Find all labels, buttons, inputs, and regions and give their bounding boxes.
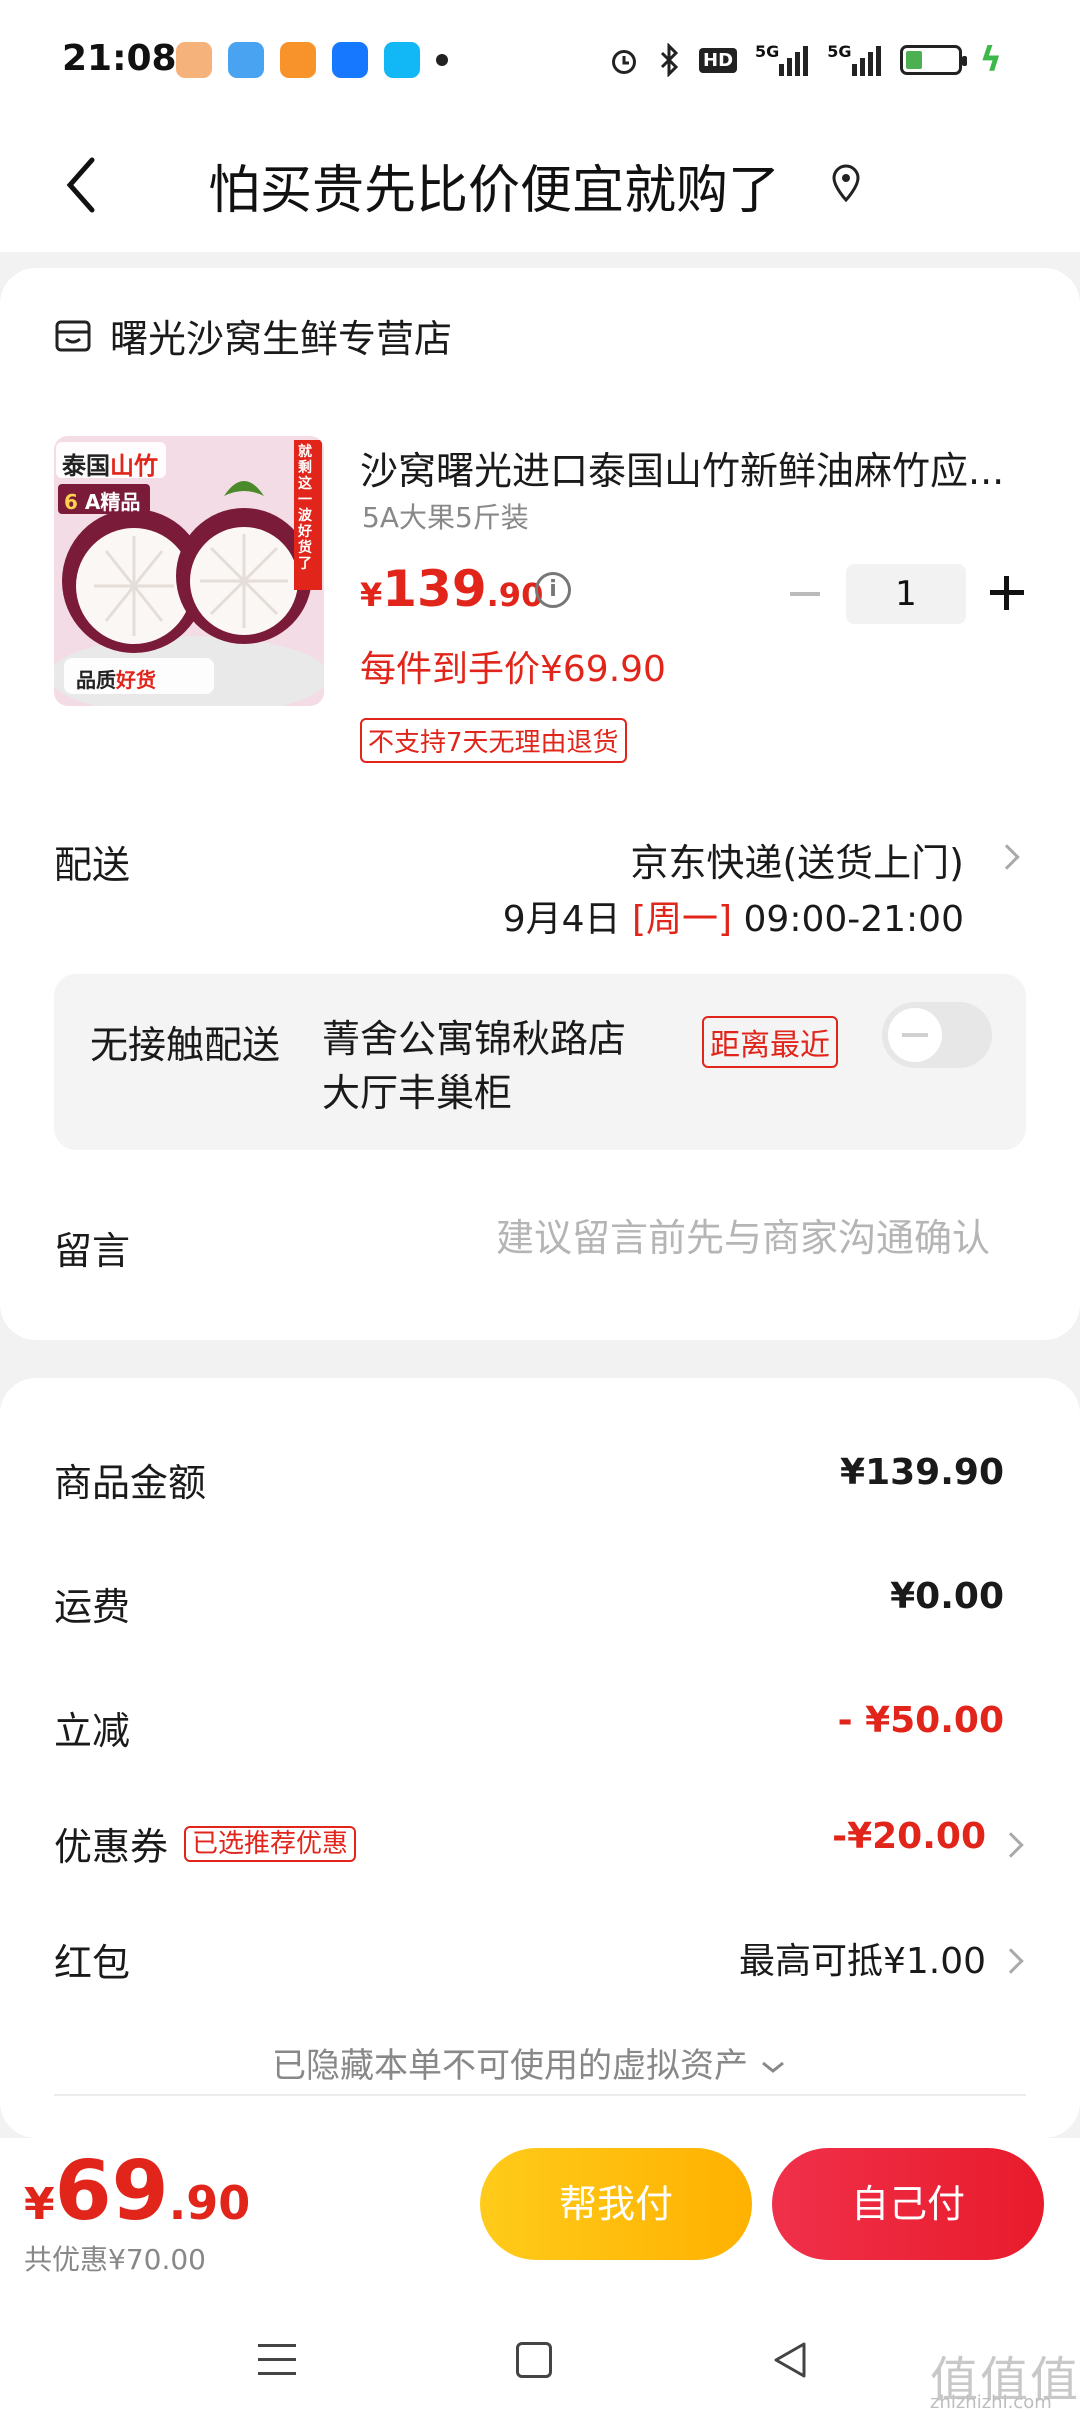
alipay-icon: [332, 42, 368, 78]
home-icon[interactable]: [516, 2342, 552, 2378]
shipping-label: 运费: [54, 1585, 131, 1629]
delivery-time-range: 09:00-21:00: [732, 899, 965, 940]
notification-app-icon: [176, 42, 212, 78]
nearest-badge: 距离最近: [702, 1016, 838, 1068]
menu-icon[interactable]: [258, 2342, 296, 2378]
product-title[interactable]: 沙窝曙光进口泰国山竹新鲜油麻竹应...: [360, 440, 1010, 495]
status-time: 21:08: [62, 38, 177, 79]
info-icon[interactable]: i: [535, 572, 571, 608]
hidden-assets-text: 已隐藏本单不可使用的虚拟资产: [272, 2046, 748, 2086]
message-label: 留言: [54, 1229, 131, 1273]
store-row[interactable]: 曙光沙窝生鲜专营店: [54, 308, 452, 363]
app-icon: [280, 42, 316, 78]
quantity-value[interactable]: 1: [846, 564, 966, 624]
delivery-label: 配送: [54, 843, 131, 887]
total-symbol: ¥: [24, 2179, 55, 2230]
alarm-icon: [607, 42, 641, 78]
redpacket-value: 最高可抵¥1.00: [738, 1941, 986, 1982]
goods-amount-label: 商品金额: [54, 1461, 207, 1505]
net-label: 5G: [827, 42, 852, 61]
checkout-bar: ¥ 69 .90 共优惠¥70.00 帮我付 自己付: [0, 2138, 1080, 2278]
watermark-url: zhizhizhi.com: [930, 2392, 1052, 2412]
image-brand-label: 泰国山竹: [62, 452, 158, 480]
coupon-row[interactable]: 优惠券 已选推荐优惠 -¥20.00: [54, 1816, 1026, 1876]
divider: [54, 2094, 1026, 2096]
total-savings: 共优惠¥70.00: [24, 2243, 206, 2276]
instant-discount-label: 立减: [54, 1709, 131, 1753]
quantity-increase-button[interactable]: [986, 572, 1026, 612]
redpacket-row[interactable]: 红包 最高可抵¥1.00: [54, 1932, 1026, 1992]
system-icons: HD 5G 5G ϟ: [607, 40, 1002, 80]
chevron-right-icon: [998, 1832, 1024, 1858]
signal-5g-icon: 5G: [755, 42, 809, 78]
price-summary-card: 商品金额 ¥139.90 运费 ¥0.00 立减 - ¥50.00 优惠券 已选…: [0, 1378, 1080, 2138]
image-grade-label: 6 A精品: [64, 490, 141, 514]
coupon-label-text: 优惠券: [54, 1825, 169, 1869]
page-header: 怕买贵先比价便宜就购了: [0, 122, 1080, 252]
message-input[interactable]: [430, 1216, 990, 1260]
qq-icon: [384, 42, 420, 78]
product-image[interactable]: 泰国山竹 6 A精品 就剩这一波好货了 品质好货: [54, 436, 324, 706]
image-side-label: 就剩这一波好货了: [298, 444, 312, 572]
coupon-value: -¥20.00: [832, 1816, 986, 1857]
price-integer: 139: [382, 560, 487, 618]
redpacket-label: 红包: [54, 1941, 131, 1985]
instant-discount-row: 立减 - ¥50.00: [54, 1700, 1026, 1760]
product-spec: 5A大果5斤装: [362, 501, 529, 534]
hd-label: HD: [699, 47, 738, 73]
store-name: 曙光沙窝生鲜专营店: [110, 317, 453, 361]
coupon-tag: 已选推荐优惠: [184, 1825, 357, 1862]
weather-icon: [228, 42, 264, 78]
back-button[interactable]: [52, 148, 122, 218]
self-pay-button[interactable]: 自己付: [772, 2148, 1044, 2260]
notification-icons: [176, 42, 448, 78]
charging-icon: ϟ: [979, 40, 1002, 80]
status-bar: 21:08 HD 5G 5G ϟ: [0, 0, 1080, 122]
signal-5g-icon: 5G: [827, 42, 881, 78]
delivery-time[interactable]: 9月4日 [周一] 09:00-21:00: [503, 890, 964, 942]
net-label: 5G: [755, 42, 780, 61]
delivery-date: 9月4日: [502, 899, 632, 940]
per-item-price: 每件到手价¥69.90: [360, 649, 666, 690]
back-triangle-icon[interactable]: [770, 2340, 810, 2380]
total-price: ¥ 69 .90: [24, 2144, 250, 2239]
goods-amount-value: ¥139.90: [840, 1452, 1004, 1493]
contactless-toggle[interactable]: [882, 1002, 992, 1068]
hd-icon: HD: [699, 42, 738, 78]
no-return-tag: 不支持7天无理由退货: [360, 718, 627, 763]
instant-discount-value: - ¥50.00: [837, 1700, 1004, 1741]
chevron-right-icon: [998, 1948, 1024, 1974]
image-quality-label: 品质好货: [76, 668, 156, 692]
contactless-delivery: 无接触配送 菁舍公寓锦秋路店大厅丰巢柜 距离最近: [54, 974, 1026, 1150]
contactless-label: 无接触配送: [90, 1023, 281, 1067]
chevron-right-icon[interactable]: [994, 844, 1020, 870]
total-decimal: .90: [168, 2176, 251, 2230]
delivery-weekday: [周一]: [631, 899, 733, 940]
shipping-row: 运费 ¥0.00: [54, 1576, 1026, 1636]
store-icon: [55, 320, 91, 351]
price-symbol: ¥: [360, 576, 383, 614]
delivery-method[interactable]: 京东快递(送货上门): [630, 832, 964, 887]
chevron-left-icon: [66, 157, 95, 213]
location-pin-icon[interactable]: [826, 162, 866, 206]
pickup-address: 菁舍公寓锦秋路店大厅丰巢柜: [322, 1017, 627, 1115]
goods-amount-row: 商品金额 ¥139.90: [54, 1452, 1026, 1512]
hidden-assets-toggle[interactable]: 已隐藏本单不可使用的虚拟资产: [272, 2038, 787, 2087]
battery-icon: [899, 45, 967, 75]
total-integer: 69: [54, 2144, 169, 2239]
system-nav-bar: 值值值 zhizhizhi.com: [0, 2278, 1080, 2412]
coupon-label: 优惠券 已选推荐优惠: [54, 1816, 357, 1871]
toggle-knob: [888, 1008, 942, 1062]
more-dot-icon: [436, 54, 448, 66]
bluetooth-icon: [659, 42, 681, 78]
shipping-value: ¥0.00: [890, 1576, 1004, 1617]
order-card: 曙光沙窝生鲜专营店 泰国山竹 6 A精品 就剩这一波好货了 品质好货 沙窝曙光进…: [0, 268, 1080, 1340]
product-price: ¥ 139 .90: [360, 560, 543, 618]
help-pay-button[interactable]: 帮我付: [480, 2148, 752, 2260]
chevron-down-icon: [761, 2061, 784, 2073]
quantity-decrease-button[interactable]: [784, 578, 824, 608]
page-title: 怕买贵先比价便宜就购了: [208, 161, 781, 221]
